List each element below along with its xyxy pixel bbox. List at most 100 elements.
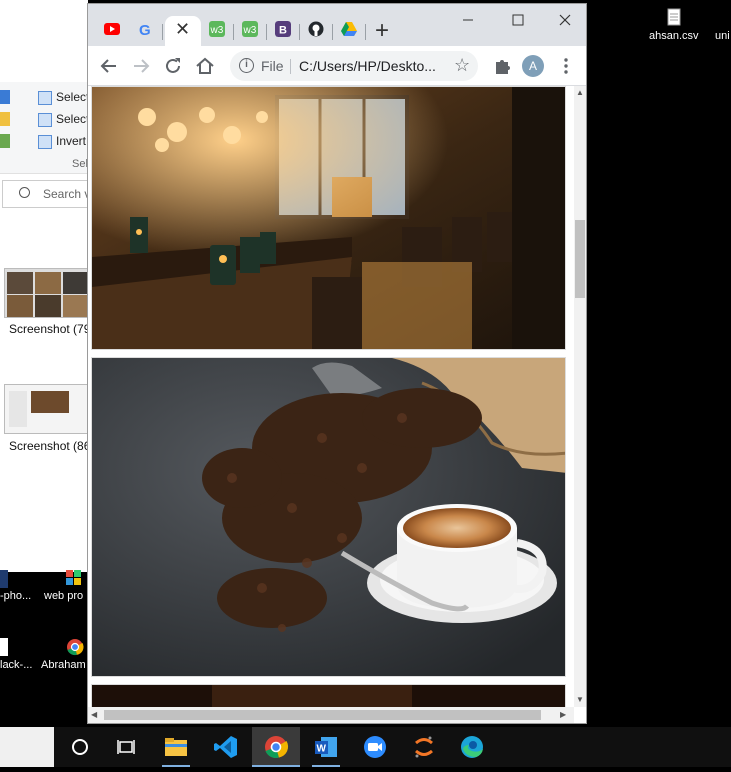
document-file-icon[interactable]	[0, 638, 8, 656]
thumbnail-label[interactable]: Screenshot (86	[9, 439, 90, 453]
horizontal-scroll-thumb[interactable]	[104, 710, 541, 720]
tab-active[interactable]: ✕	[165, 16, 201, 46]
tab-google-drive[interactable]	[333, 16, 365, 46]
tab-separator	[332, 24, 333, 40]
tab-github[interactable]	[300, 16, 332, 46]
puzzle-icon	[496, 60, 510, 74]
edge-button[interactable]	[458, 733, 486, 761]
minimize-icon	[463, 19, 473, 21]
forward-arrow-icon	[134, 59, 150, 73]
close-window-button[interactable]	[555, 10, 575, 30]
chrome-taskbar-button[interactable]	[252, 727, 300, 767]
maximize-button[interactable]	[508, 10, 528, 30]
scroll-right-arrow-icon[interactable]: ▶	[560, 710, 566, 719]
cortana-circle-icon	[72, 739, 88, 755]
ribbon-label: Select	[56, 112, 90, 126]
info-icon[interactable]: i	[239, 58, 254, 73]
forward-button[interactable]	[129, 54, 153, 78]
vscode-button[interactable]	[212, 733, 240, 761]
file-explorer-button[interactable]	[162, 733, 190, 767]
invert-selection-icon	[38, 134, 52, 149]
tab-w3schools[interactable]: w3	[201, 16, 233, 46]
tab-google[interactable]: G	[130, 16, 162, 46]
svg-text:w3: w3	[210, 25, 224, 36]
screenshot-thumbnail[interactable]	[4, 268, 88, 318]
extensions-button[interactable]	[490, 54, 514, 78]
desktop-file-label[interactable]: lack-...	[0, 659, 32, 671]
desktop-file-label[interactable]: -pho...	[0, 590, 31, 602]
edge-icon	[461, 736, 483, 758]
select-none-button[interactable]: Select	[38, 112, 89, 127]
address-bar[interactable]: i File C:/Users/HP/Deskto... ☆	[230, 51, 478, 81]
bookmark-star-icon[interactable]: ☆	[454, 55, 470, 76]
task-view-button[interactable]	[112, 733, 140, 761]
select-none-icon	[38, 112, 52, 127]
explorer-search-input[interactable]: Search v	[2, 180, 88, 208]
csv-file-icon[interactable]	[667, 8, 683, 26]
photoshop-file-icon[interactable]	[0, 570, 8, 588]
select-all-button[interactable]: Select	[38, 90, 89, 105]
url-text[interactable]: C:/Users/HP/Deskto...	[299, 58, 436, 74]
scheme-label: File	[261, 58, 284, 74]
scroll-down-arrow-icon[interactable]: ▼	[576, 695, 584, 704]
menu-button[interactable]	[554, 54, 578, 78]
google-drive-icon	[341, 22, 357, 36]
invert-selection-button[interactable]: Invert	[38, 134, 86, 149]
desktop-file-label[interactable]: ahsan.csv	[649, 30, 699, 42]
home-button[interactable]	[193, 54, 217, 78]
scroll-up-arrow-icon[interactable]: ▲	[576, 88, 584, 97]
ribbon-icon[interactable]	[0, 90, 10, 104]
tab-separator	[162, 24, 163, 40]
vertical-scrollbar[interactable]: ▲ ▼	[574, 86, 586, 707]
vscode-icon	[214, 736, 237, 758]
new-tab-button[interactable]: +	[375, 19, 389, 43]
minimize-button[interactable]	[458, 10, 478, 30]
search-placeholder: Search v	[43, 187, 88, 201]
screenshot-thumbnail[interactable]	[4, 384, 88, 434]
scroll-left-arrow-icon[interactable]: ◀	[91, 710, 97, 719]
desktop-file-label[interactable]: web pro	[44, 590, 83, 602]
w3schools-icon: w3	[242, 21, 258, 37]
taskbar-left-area	[0, 727, 54, 767]
maximize-icon	[512, 14, 524, 26]
zoom-button[interactable]	[361, 733, 389, 761]
taskbar: W	[0, 727, 731, 767]
tab-w3schools[interactable]: w3	[234, 16, 266, 46]
select-all-icon	[38, 90, 52, 105]
close-icon	[559, 14, 571, 26]
folder-icon	[165, 738, 187, 756]
tab-separator	[365, 24, 366, 40]
vertical-scroll-thumb[interactable]	[575, 220, 585, 298]
reload-button[interactable]	[161, 54, 185, 78]
jupyter-button[interactable]	[410, 733, 438, 761]
profile-avatar[interactable]: A	[522, 55, 544, 77]
back-button[interactable]	[97, 54, 121, 78]
svg-text:G: G	[139, 22, 151, 37]
horizontal-scrollbar[interactable]: ◀ ▶	[88, 707, 574, 723]
task-view-icon	[117, 740, 135, 754]
explorer-ribbon: Select Select Invert Sel	[0, 82, 89, 174]
thumbnail-label[interactable]: Screenshot (79	[9, 322, 90, 336]
w3schools-icon: w3	[209, 21, 225, 37]
browser-toolbar: i File C:/Users/HP/Deskto... ☆ A	[88, 46, 586, 86]
tab-strip: G ✕ w3 w3 B +	[88, 4, 586, 46]
page-viewport[interactable]	[88, 86, 574, 707]
web-project-icon[interactable]	[66, 570, 82, 588]
tab-separator	[233, 24, 234, 40]
kebab-menu-icon	[564, 58, 568, 74]
desktop-file-label[interactable]: uni	[715, 30, 730, 42]
youtube-icon	[104, 23, 120, 35]
search-icon	[19, 187, 30, 198]
cortana-button[interactable]	[66, 733, 94, 761]
close-tab-icon[interactable]: ✕	[175, 18, 190, 40]
tab-separator	[299, 24, 300, 40]
ribbon-icon[interactable]	[0, 134, 10, 148]
chrome-shortcut-icon[interactable]	[66, 638, 84, 656]
tab-bootstrap[interactable]: B	[267, 16, 299, 46]
ribbon-icon[interactable]	[0, 112, 10, 126]
desktop: ahsan.csv uni W Select Select Invert Sel…	[0, 0, 731, 767]
word-button[interactable]: W	[312, 733, 340, 767]
tab-youtube[interactable]	[96, 16, 128, 46]
desktop-file-label[interactable]: Abraham	[41, 659, 86, 671]
zoom-icon	[364, 736, 386, 758]
